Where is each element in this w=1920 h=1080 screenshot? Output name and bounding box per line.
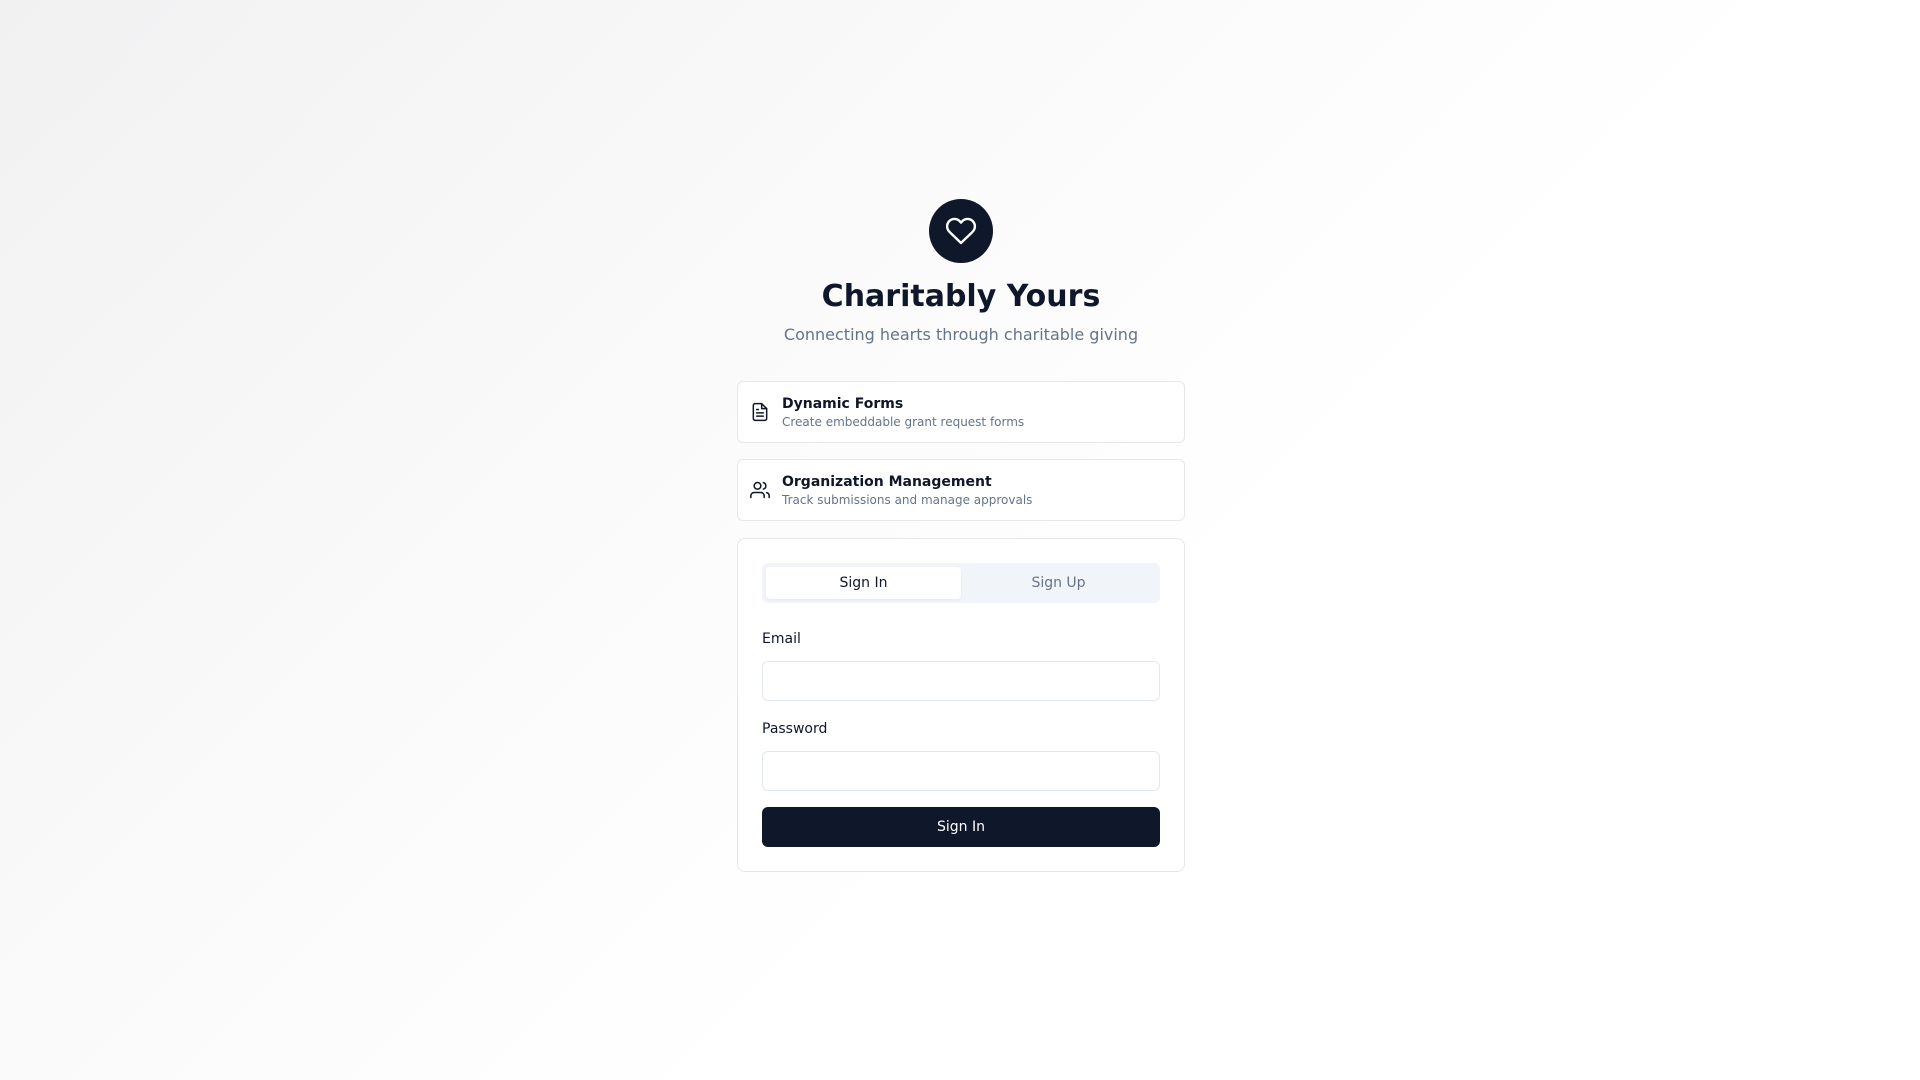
- auth-tabs: Sign In Sign Up: [762, 563, 1160, 603]
- feature-list: Dynamic Forms Create embeddable grant re…: [737, 381, 1185, 521]
- sign-in-button[interactable]: Sign In: [762, 807, 1160, 847]
- feature-text: Organization Management Track submission…: [782, 473, 1032, 508]
- app-subtitle: Connecting hearts through charitable giv…: [783, 325, 1139, 344]
- password-label: Password: [762, 721, 828, 737]
- app-title: Charitably Yours: [821, 279, 1101, 314]
- feature-card-organization-management: Organization Management Track submission…: [737, 459, 1185, 521]
- feature-title: Organization Management: [782, 473, 992, 490]
- feature-card-dynamic-forms: Dynamic Forms Create embeddable grant re…: [737, 381, 1185, 443]
- auth-card: Sign In Sign Up Email Password Sign In: [737, 538, 1185, 872]
- heart-icon: [945, 217, 977, 245]
- feature-description: Create embeddable grant request forms: [782, 414, 1025, 429]
- file-text-icon: [750, 402, 770, 422]
- tab-sign-up[interactable]: Sign Up: [961, 567, 1156, 599]
- email-label: Email: [762, 631, 801, 647]
- logo-badge: [929, 199, 993, 263]
- feature-title: Dynamic Forms: [782, 395, 904, 412]
- feature-text: Dynamic Forms Create embeddable grant re…: [782, 395, 1024, 430]
- auth-page: Charitably Yours Connecting hearts throu…: [737, 199, 1185, 872]
- password-input[interactable]: [762, 751, 1160, 791]
- users-icon: [750, 480, 770, 500]
- feature-description: Track submissions and manage approvals: [782, 492, 1033, 507]
- email-input[interactable]: [762, 661, 1160, 701]
- tab-sign-in[interactable]: Sign In: [766, 567, 961, 599]
